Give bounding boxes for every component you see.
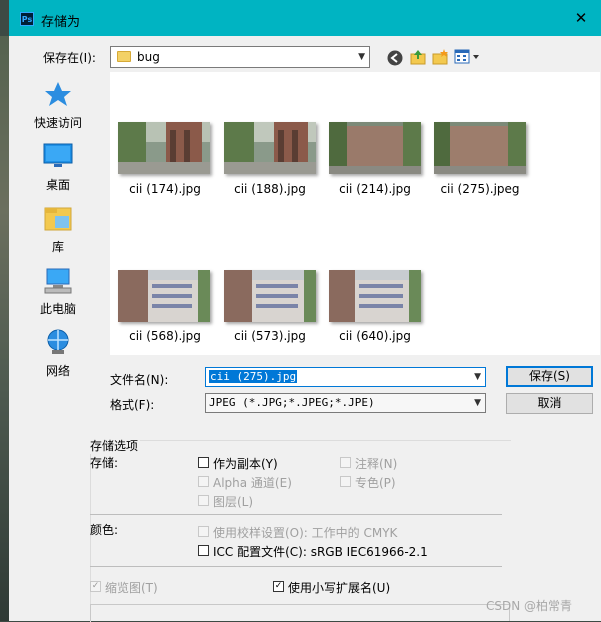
places-sidebar: 快速访问 桌面 库 此电脑 网络 xyxy=(9,72,107,498)
file-thumbnail xyxy=(329,270,421,322)
checkbox-label: 使用小写扩展名(U) xyxy=(288,581,391,595)
format-dropdown[interactable]: JPEG (*.JPG;*.JPEG;*.JPE) ▼ xyxy=(205,393,486,413)
sidebar-item-label: 桌面 xyxy=(45,178,70,192)
checkbox-box xyxy=(198,526,209,537)
folder-icon xyxy=(117,51,131,62)
photoshop-icon: Ps xyxy=(20,12,34,26)
library-icon xyxy=(44,207,72,231)
checkbox-label: 专色(P) xyxy=(355,476,396,490)
new-folder-icon[interactable] xyxy=(431,48,449,66)
checkbox-label: 作为副本(Y) xyxy=(213,457,278,471)
file-thumbnail xyxy=(118,122,210,174)
file-thumbnail xyxy=(224,270,316,322)
checkbox-label: Alpha 通道(E) xyxy=(213,476,292,490)
format-label: 格式(F): xyxy=(110,398,155,412)
sidebar-item-label: 快速访问 xyxy=(33,116,82,130)
star-icon xyxy=(45,82,71,106)
dialog-title: 存储为 xyxy=(41,15,81,30)
computer-icon xyxy=(44,268,72,294)
back-icon[interactable] xyxy=(386,49,404,67)
background-photo-strip xyxy=(0,36,9,621)
checkbox-box: ✓ xyxy=(273,581,284,592)
checkbox-box xyxy=(340,457,351,468)
sidebar-item-this-pc[interactable]: 此电脑 xyxy=(9,266,107,317)
checkbox-label: 使用校样设置(O): 工作中的 CMYK xyxy=(213,526,398,540)
sidebar-item-library[interactable]: 库 xyxy=(9,204,107,255)
save-in-dropdown[interactable]: bug ▼ xyxy=(110,46,370,68)
divider xyxy=(90,514,502,515)
file-thumbnail xyxy=(224,122,316,174)
sidebar-item-label: 网络 xyxy=(45,364,70,378)
checkbox-box: ✓ xyxy=(90,581,101,592)
file-name: cii (640).jpg xyxy=(339,329,411,343)
save-button[interactable]: 保存(S) xyxy=(506,366,593,387)
chevron-down-icon: ▼ xyxy=(474,398,481,408)
save-label: 存储: xyxy=(90,456,119,470)
divider xyxy=(90,566,502,567)
chevron-down-icon: ▼ xyxy=(474,372,481,382)
warning-box xyxy=(90,604,510,621)
checkbox-box xyxy=(340,476,351,487)
sidebar-item-quick-access[interactable]: 快速访问 xyxy=(9,80,107,131)
file-name: cii (188).jpg xyxy=(234,182,306,196)
file-name: cii (174).jpg xyxy=(129,182,201,196)
sidebar-item-label: 库 xyxy=(51,240,64,254)
desktop-icon xyxy=(43,143,73,167)
chevron-down-icon: ▼ xyxy=(358,52,365,62)
up-folder-icon[interactable] xyxy=(409,48,427,66)
current-folder-name: bug xyxy=(137,50,160,64)
checkbox-label: 图层(L) xyxy=(213,495,254,509)
save-options-title: 存储选项 xyxy=(90,437,141,454)
file-thumbnail xyxy=(118,270,210,322)
file-thumbnail xyxy=(329,122,421,174)
file-list: cii (174).jpg cii (188).jpg cii (214).jp… xyxy=(110,72,600,355)
checkbox-label: ICC 配置文件(C): sRGB IEC61966-2.1 xyxy=(213,545,428,559)
filename-value: cii (275).jpg xyxy=(209,370,298,383)
watermark: CSDN @柏常青 xyxy=(486,599,573,613)
file-thumbnail xyxy=(434,122,526,174)
checkbox-box xyxy=(198,495,209,506)
checkbox-box xyxy=(198,457,209,468)
cancel-button[interactable]: 取消 xyxy=(506,393,593,414)
close-icon[interactable]: ✕ xyxy=(573,10,589,26)
checkbox-box xyxy=(198,476,209,487)
save-as-dialog: Ps 存储为 ✕ 保存在(I): bug ▼ 快速访问 桌面 库 此电脑 网络 … xyxy=(9,0,601,622)
color-label: 颜色: xyxy=(90,523,119,537)
checkbox-label: 缩览图(T) xyxy=(105,581,158,595)
sidebar-item-network[interactable]: 网络 xyxy=(9,328,107,379)
file-name: cii (568).jpg xyxy=(129,329,201,343)
format-value: JPEG (*.JPG;*.JPEG;*.JPE) xyxy=(209,396,375,409)
view-menu-icon[interactable] xyxy=(454,49,482,65)
file-name: cii (275).jpeg xyxy=(440,182,520,196)
file-name: cii (214).jpg xyxy=(339,182,411,196)
file-name: cii (573).jpg xyxy=(234,329,306,343)
save-in-label: 保存在(I): xyxy=(43,51,96,65)
filename-label: 文件名(N): xyxy=(110,373,169,387)
filename-input[interactable]: cii (275).jpg ▼ xyxy=(205,367,486,387)
title-bar: Ps 存储为 ✕ xyxy=(9,0,601,36)
network-icon xyxy=(47,329,69,354)
sidebar-item-label: 此电脑 xyxy=(39,302,76,316)
checkbox-label: 注释(N) xyxy=(355,457,398,471)
sidebar-item-desktop[interactable]: 桌面 xyxy=(9,142,107,193)
checkbox-box xyxy=(198,545,209,556)
